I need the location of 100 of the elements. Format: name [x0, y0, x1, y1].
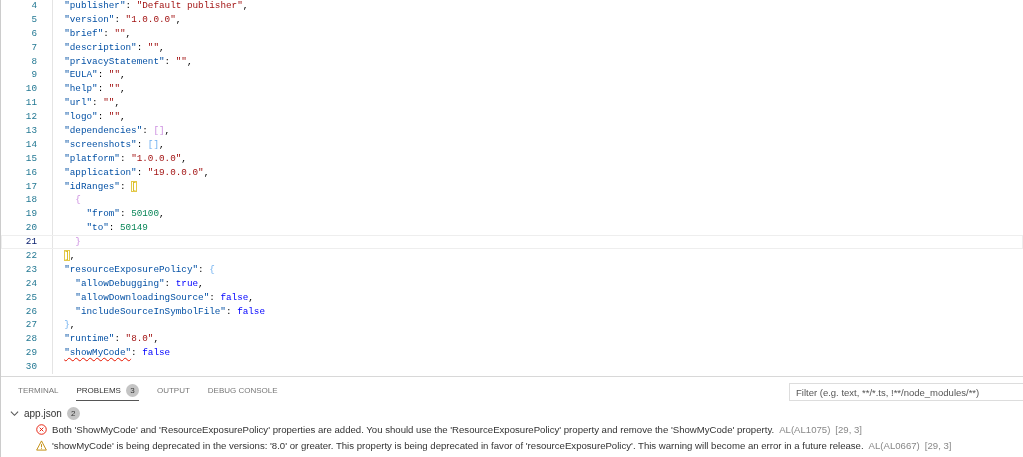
code-punctuation: : [97, 83, 105, 95]
chevron-icon[interactable] [10, 408, 19, 418]
code-punctuation: , [175, 13, 182, 25]
code-key: "platform" [64, 152, 120, 164]
line-number: 12 [24, 110, 37, 124]
code-string: "" [103, 97, 115, 109]
line-number: 10 [24, 82, 37, 97]
code-key: "brief" [64, 27, 104, 39]
code-key: "allowDownloadingSource" [75, 291, 210, 303]
code-string: "" [175, 55, 187, 67]
code-key: "EULA" [64, 69, 98, 81]
code-punctuation: , [69, 319, 76, 331]
code-punctuation: , [248, 291, 254, 303]
code-keyword: false [237, 305, 266, 317]
panel-tab[interactable]: TERMINAL [18, 381, 59, 401]
panel-tab[interactable]: PROBLEMS 3 [76, 381, 139, 401]
code-bracket: [] [147, 138, 160, 150]
code-string: "8.0" [125, 333, 154, 345]
code-bracket: { [75, 194, 81, 206]
code-punctuation: , [198, 277, 204, 289]
line-number: 14 [24, 137, 37, 152]
code-punctuation: , [69, 250, 76, 262]
code-string: "1.0.0.0" [131, 152, 182, 164]
code-key: "idRanges" [64, 180, 120, 192]
code-punctuation: , [159, 138, 165, 150]
line-number: 21 [24, 235, 37, 250]
code-punctuation: , [164, 125, 171, 136]
line-number: 22 [24, 249, 37, 263]
line-number: 9 [30, 68, 37, 83]
warning-icon [36, 439, 47, 451]
code-string: "19.0.0.0" [147, 166, 204, 178]
code-key: "application" [64, 166, 137, 178]
problem-message[interactable]: Both 'ShowMyCode' and 'ResourceExposurePolicy' properties are added. You should use the 'ResourceExposurePolicy' property and remove the 'ShowMyCode' property. [52, 423, 775, 435]
code-punctuation: : [125, 0, 133, 11]
code-punctuation: , [153, 333, 160, 345]
code-punctuation: : [119, 208, 127, 220]
code-punctuation: , [159, 208, 165, 220]
code-key: "privacyStatement" [64, 55, 165, 67]
line-number: 27 [24, 318, 37, 333]
code-punctuation: : [108, 222, 116, 234]
code-bracket: [ [131, 180, 137, 192]
code-punctuation: , [120, 69, 126, 81]
line-number: 17 [24, 179, 37, 194]
code-bracket: } [64, 319, 70, 331]
code-string: "Default publisher" [136, 0, 243, 11]
code-punctuation: : [142, 125, 149, 136]
count-badge: 3 [125, 384, 139, 397]
code-punctuation: : [119, 180, 127, 192]
file-name[interactable]: app.json [24, 407, 62, 419]
code-keyword: false [142, 347, 171, 359]
code-key: "allowDebugging" [75, 277, 165, 289]
panel-tab[interactable]: DEBUG CONSOLE [207, 381, 278, 401]
code-key: "description" [64, 41, 137, 53]
code-punctuation: : [114, 13, 121, 25]
code-punctuation: , [120, 111, 126, 123]
code-key: "dependencies" [64, 125, 143, 136]
line-number: 13 [24, 124, 37, 138]
filter-field[interactable]: Filter (e.g. text, **/*.ts, !**/node_modules/**) [789, 383, 1023, 401]
code-punctuation: : [209, 291, 216, 303]
problem-position: [29, 3] [835, 423, 863, 435]
line-number: 23 [24, 262, 37, 277]
line-number: 16 [24, 165, 37, 180]
code-key: "publisher" [64, 0, 126, 11]
code-key: "from" [86, 208, 120, 220]
code-key: "runtime" [64, 333, 115, 345]
problem-position: [29, 3] [924, 439, 952, 451]
code-punctuation: , [125, 27, 132, 39]
panel-tab[interactable]: OUTPUT [156, 381, 190, 401]
count-badge: 2 [66, 406, 80, 420]
code-punctuation: : [136, 138, 144, 150]
line-number: 5 [30, 12, 37, 27]
code-bracket: { [209, 263, 215, 275]
code-punctuation: : [198, 263, 205, 275]
code-punctuation: , [242, 0, 249, 11]
line-number: 30 [24, 360, 37, 375]
problem-message[interactable]: 'showMyCode' is being deprecated in the versions: '8.0' or greater. This property is being deprecated in favor of 'resourceExposurePolicy'. This warning will become an error in a future release. [52, 439, 864, 451]
code-punctuation: : [119, 152, 127, 164]
line-number: 7 [30, 40, 37, 55]
code-key: "help" [64, 83, 98, 95]
code-string: "" [147, 41, 160, 53]
code-string: "1.0.0.0" [125, 13, 176, 25]
code-bracket: ] [64, 250, 70, 262]
code-punctuation: : [114, 333, 121, 345]
code-punctuation: : [164, 55, 172, 67]
line-number: 20 [24, 221, 37, 236]
code-punctuation: : [136, 166, 144, 178]
code-number: 50149 [119, 222, 148, 234]
code-punctuation: : [92, 97, 99, 109]
code-punctuation: : [136, 41, 144, 53]
code-string: "" [108, 69, 120, 81]
line-number: 15 [24, 151, 37, 166]
line-number: 28 [24, 332, 37, 347]
code-key: "includeSourceInSymbolFile" [75, 305, 226, 317]
line-number: 18 [24, 193, 37, 208]
code-punctuation: : [225, 305, 233, 317]
code-punctuation: , [120, 83, 126, 95]
line-number: 8 [30, 54, 37, 69]
line-number: 25 [24, 290, 37, 305]
code-punctuation: : [131, 347, 138, 359]
code-string: "" [108, 111, 120, 123]
